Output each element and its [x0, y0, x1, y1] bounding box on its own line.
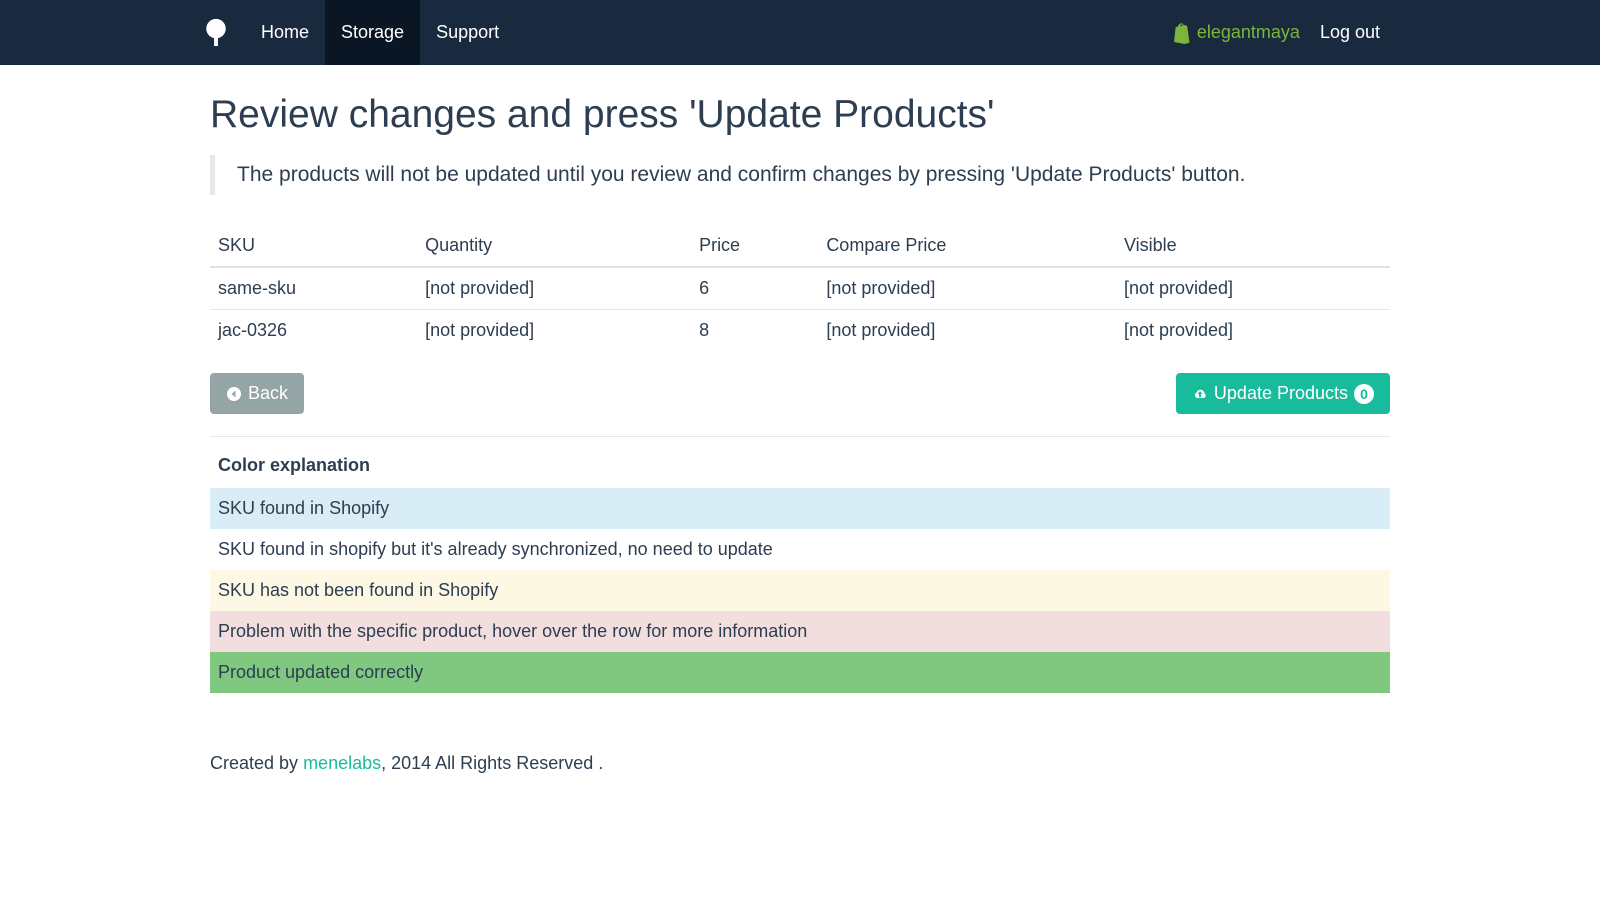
footer-link[interactable]: menelabs — [303, 753, 381, 773]
footer-prefix: Created by — [210, 753, 303, 773]
cell-compare: [not provided] — [818, 267, 1116, 310]
logout-link[interactable]: Log out — [1320, 22, 1520, 43]
cell-sku: same-sku — [210, 267, 417, 310]
table-row[interactable]: jac-0326 [not provided] 8 [not provided]… — [210, 310, 1390, 352]
legend-updated: Product updated correctly — [210, 652, 1390, 693]
nav-left: Home Storage Support — [200, 0, 515, 65]
legend-found: SKU found in Shopify — [210, 488, 1390, 529]
cell-sku: jac-0326 — [210, 310, 417, 352]
cloud-upload-icon — [1192, 386, 1208, 402]
legend-not-found: SKU has not been found in Shopify — [210, 570, 1390, 611]
arrow-left-circle-icon — [226, 386, 242, 402]
button-row: Back Update Products 0 — [210, 373, 1390, 437]
info-callout: The products will not be updated until y… — [210, 155, 1390, 195]
main-container: Review changes and press 'Update Product… — [0, 93, 1600, 774]
shop-name: elegantmaya — [1197, 22, 1300, 43]
navbar: Home Storage Support elegantmaya Log out — [0, 0, 1600, 65]
update-products-button[interactable]: Update Products 0 — [1176, 373, 1390, 414]
shop-link[interactable]: elegantmaya — [1171, 22, 1300, 44]
cell-visible: [not provided] — [1116, 267, 1390, 310]
footer: Created by menelabs, 2014 All Rights Res… — [210, 753, 1390, 774]
nav-right: elegantmaya Log out — [1171, 0, 1520, 65]
cell-price: 8 — [691, 310, 818, 352]
update-products-label: Update Products — [1214, 383, 1348, 404]
page-title: Review changes and press 'Update Product… — [210, 93, 1390, 137]
tree-icon — [203, 17, 229, 49]
back-button-label: Back — [248, 383, 288, 404]
legend-synced: SKU found in shopify but it's already sy… — [210, 529, 1390, 570]
col-sku: SKU — [210, 225, 417, 267]
col-price: Price — [691, 225, 818, 267]
table-header-row: SKU Quantity Price Compare Price Visible — [210, 225, 1390, 267]
nav-support[interactable]: Support — [420, 0, 515, 65]
cell-price: 6 — [691, 267, 818, 310]
brand-logo[interactable] — [200, 0, 245, 65]
back-button[interactable]: Back — [210, 373, 304, 414]
col-visible: Visible — [1116, 225, 1390, 267]
cell-visible: [not provided] — [1116, 310, 1390, 352]
products-table: SKU Quantity Price Compare Price Visible… — [210, 225, 1390, 351]
col-compare: Compare Price — [818, 225, 1116, 267]
cell-qty: [not provided] — [417, 267, 691, 310]
nav-storage[interactable]: Storage — [325, 0, 420, 65]
nav-home[interactable]: Home — [245, 0, 325, 65]
col-qty: Quantity — [417, 225, 691, 267]
cell-qty: [not provided] — [417, 310, 691, 352]
shopify-icon — [1171, 22, 1191, 44]
table-row[interactable]: same-sku [not provided] 6 [not provided]… — [210, 267, 1390, 310]
cell-compare: [not provided] — [818, 310, 1116, 352]
footer-suffix: , 2014 All Rights Reserved . — [381, 753, 603, 773]
update-count-badge: 0 — [1354, 384, 1374, 404]
legend-title: Color explanation — [218, 455, 1390, 476]
legend-problem: Problem with the specific product, hover… — [210, 611, 1390, 652]
